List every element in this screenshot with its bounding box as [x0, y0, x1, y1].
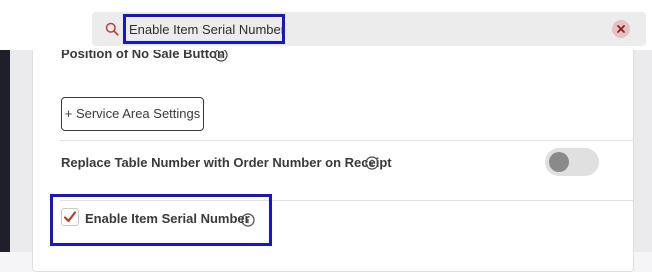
clear-search-button[interactable]: [612, 20, 630, 38]
service-area-settings-button[interactable]: + Service Area Settings: [61, 97, 204, 131]
search-bar: [92, 12, 646, 46]
search-icon: [105, 22, 119, 36]
close-icon: [617, 25, 625, 33]
divider: [60, 140, 634, 141]
info-icon[interactable]: [365, 156, 379, 170]
replace-table-number-toggle[interactable]: [545, 148, 599, 176]
search-input[interactable]: [123, 14, 285, 44]
replace-table-number-label: Replace Table Number with Order Number o…: [61, 155, 392, 170]
toggle-knob: [549, 152, 569, 172]
highlight-annotation-box: [50, 194, 272, 246]
sidebar-edge: [0, 50, 10, 252]
info-icon[interactable]: [214, 48, 228, 62]
header-bar: [0, 0, 652, 50]
